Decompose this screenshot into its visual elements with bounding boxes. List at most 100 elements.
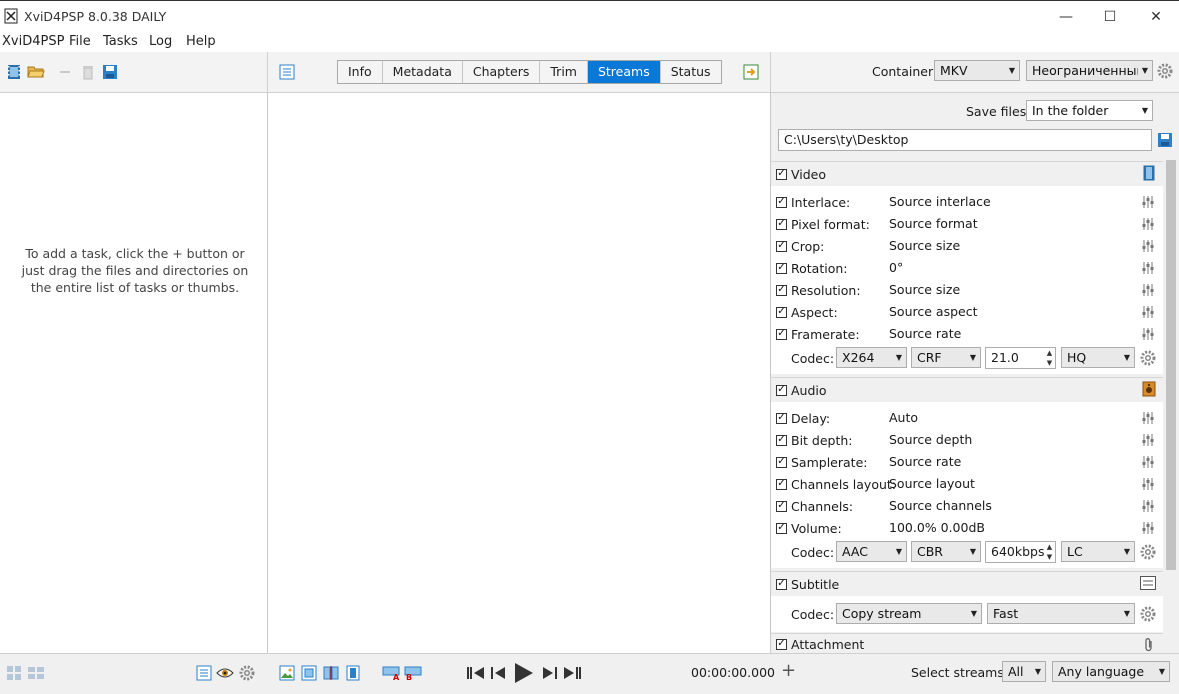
remove-icon[interactable] — [56, 63, 74, 81]
tab-status[interactable]: Status — [661, 61, 721, 83]
video-row-interlace[interactable]: ✓ Interlace: — [776, 193, 885, 211]
resolution-settings-icon[interactable] — [1141, 283, 1155, 297]
subtitle-speed-select[interactable]: Fast ▼ — [987, 603, 1135, 624]
minimize-button[interactable]: — — [1044, 4, 1088, 30]
step-back-icon[interactable] — [488, 663, 508, 683]
open-folder-icon[interactable] — [27, 63, 45, 81]
audio-row-channels-layout[interactable]: ✓ Channels layout: — [776, 475, 896, 493]
tab-metadata[interactable]: Metadata — [383, 61, 463, 83]
video-mode-select[interactable]: CRF ▼ — [911, 347, 981, 368]
eye-icon[interactable] — [216, 664, 234, 682]
stepper-arrows-icon[interactable]: ▲ ▼ — [1044, 348, 1055, 368]
rotation-settings-icon[interactable] — [1141, 261, 1155, 275]
channels-layout-settings-icon[interactable] — [1141, 477, 1155, 491]
resolution-checkbox[interactable]: ✓ — [776, 284, 787, 296]
audio-row-channels[interactable]: ✓ Channels: — [776, 497, 885, 515]
framerate-checkbox[interactable]: ✓ — [776, 328, 787, 340]
bit-depth-checkbox[interactable]: ✓ — [776, 434, 787, 446]
volume-checkbox[interactable]: ✓ — [776, 522, 787, 534]
settings-scrollbar-thumb[interactable] — [1166, 160, 1176, 570]
list-view-icon[interactable] — [195, 664, 213, 682]
interlace-settings-icon[interactable] — [1141, 195, 1155, 209]
pixel-format-settings-icon[interactable] — [1141, 217, 1155, 231]
crop-checkbox[interactable]: ✓ — [776, 240, 787, 252]
audio-checkbox[interactable]: ✓ — [776, 384, 787, 396]
bit-depth-settings-icon[interactable] — [1141, 433, 1155, 447]
pixel-format-checkbox[interactable]: ✓ — [776, 218, 787, 230]
samplerate-settings-icon[interactable] — [1141, 455, 1155, 469]
tab-streams[interactable]: Streams — [587, 61, 661, 83]
thumbs-view-icon[interactable] — [5, 664, 23, 682]
video-row-rotation[interactable]: ✓ Rotation: — [776, 259, 885, 277]
tab-info[interactable]: Info — [338, 61, 383, 83]
menu-tasks[interactable]: Tasks — [103, 34, 138, 49]
channels-checkbox[interactable]: ✓ — [776, 500, 787, 512]
audio-row-delay[interactable]: ✓ Delay: — [776, 409, 885, 427]
subtitle-checkbox[interactable]: ✓ — [776, 578, 787, 590]
video-row-pixel-format[interactable]: ✓ Pixel format: — [776, 215, 885, 233]
audio-mode-select[interactable]: CBR ▼ — [911, 541, 981, 562]
video-row-crop[interactable]: ✓ Crop: — [776, 237, 885, 255]
channels-settings-icon[interactable] — [1141, 499, 1155, 513]
picture-icon[interactable] — [278, 664, 296, 682]
list-view-icon[interactable] — [278, 63, 296, 81]
task-settings-gear-icon[interactable] — [239, 665, 255, 681]
preview-area[interactable] — [268, 93, 771, 653]
close-button[interactable]: ✕ — [1134, 4, 1178, 30]
audio-row-bit-depth[interactable]: ✓ Bit depth: — [776, 431, 885, 449]
save-files-select[interactable]: In the folder ▼ — [1026, 100, 1153, 121]
play-icon[interactable] — [510, 660, 536, 686]
video-checkbox[interactable]: ✓ — [776, 168, 787, 180]
grid-view-icon[interactable] — [27, 664, 45, 682]
maximize-button[interactable]: ☐ — [1088, 4, 1132, 30]
audio-row-samplerate[interactable]: ✓ Samplerate: — [776, 453, 885, 471]
save-path-icon[interactable] — [1156, 131, 1174, 149]
split-icon[interactable] — [322, 664, 340, 682]
delay-settings-icon[interactable] — [1141, 411, 1155, 425]
select-streams-select[interactable]: All ▼ — [1002, 661, 1046, 682]
crop-settings-icon[interactable] — [1141, 239, 1155, 253]
menu-xvid4psp[interactable]: XviD4PSP — [2, 34, 64, 49]
size-limit-select[interactable]: Неограниченный ▼ — [1026, 60, 1153, 81]
container-select[interactable]: MKV ▼ — [934, 60, 1020, 81]
step-forward-icon[interactable] — [540, 663, 560, 683]
film-icon[interactable] — [5, 63, 23, 81]
video-row-framerate[interactable]: ✓ Framerate: — [776, 325, 885, 343]
export-icon[interactable] — [742, 63, 760, 81]
save-icon[interactable] — [101, 63, 119, 81]
subtitle-codec-select[interactable]: Copy stream ▼ — [836, 603, 982, 624]
add-task-button[interactable]: + — [781, 660, 796, 681]
video-codec-gear-icon[interactable] — [1140, 350, 1156, 366]
tab-trim[interactable]: Trim — [540, 61, 588, 83]
mark-b-icon[interactable]: B — [404, 664, 422, 682]
tab-chapters[interactable]: Chapters — [463, 61, 541, 83]
language-select[interactable]: Any language ▼ — [1052, 661, 1170, 682]
attachment-checkbox[interactable]: ✓ — [776, 638, 787, 650]
trash-icon[interactable] — [79, 63, 97, 81]
menu-help[interactable]: Help — [186, 34, 216, 49]
snapshot-icon[interactable] — [300, 664, 318, 682]
task-list[interactable] — [0, 93, 268, 653]
framerate-settings-icon[interactable] — [1141, 327, 1155, 341]
samplerate-checkbox[interactable]: ✓ — [776, 456, 787, 468]
mark-a-icon[interactable]: A — [382, 664, 400, 682]
video-row-aspect[interactable]: ✓ Aspect: — [776, 303, 885, 321]
menu-log[interactable]: Log — [149, 34, 172, 49]
skip-forward-icon[interactable] — [562, 663, 582, 683]
output-path-field[interactable]: C:\Users\ty\Desktop — [778, 129, 1152, 151]
container-gear-icon[interactable] — [1157, 63, 1173, 79]
aspect-checkbox[interactable]: ✓ — [776, 306, 787, 318]
delay-checkbox[interactable]: ✓ — [776, 412, 787, 424]
video-codec-select[interactable]: X264 ▼ — [836, 347, 907, 368]
aspect-settings-icon[interactable] — [1141, 305, 1155, 319]
video-row-resolution[interactable]: ✓ Resolution: — [776, 281, 885, 299]
interlace-checkbox[interactable]: ✓ — [776, 196, 787, 208]
audio-profile-select[interactable]: LC ▼ — [1061, 541, 1135, 562]
channels-layout-checkbox[interactable]: ✓ — [776, 478, 787, 490]
skip-back-icon[interactable] — [466, 663, 486, 683]
rotation-checkbox[interactable]: ✓ — [776, 262, 787, 274]
audio-codec-gear-icon[interactable] — [1140, 544, 1156, 560]
stepper-arrows-icon[interactable]: ▲ ▼ — [1044, 542, 1055, 562]
subtitle-codec-gear-icon[interactable] — [1140, 606, 1156, 622]
audio-row-volume[interactable]: ✓ Volume: — [776, 519, 885, 537]
